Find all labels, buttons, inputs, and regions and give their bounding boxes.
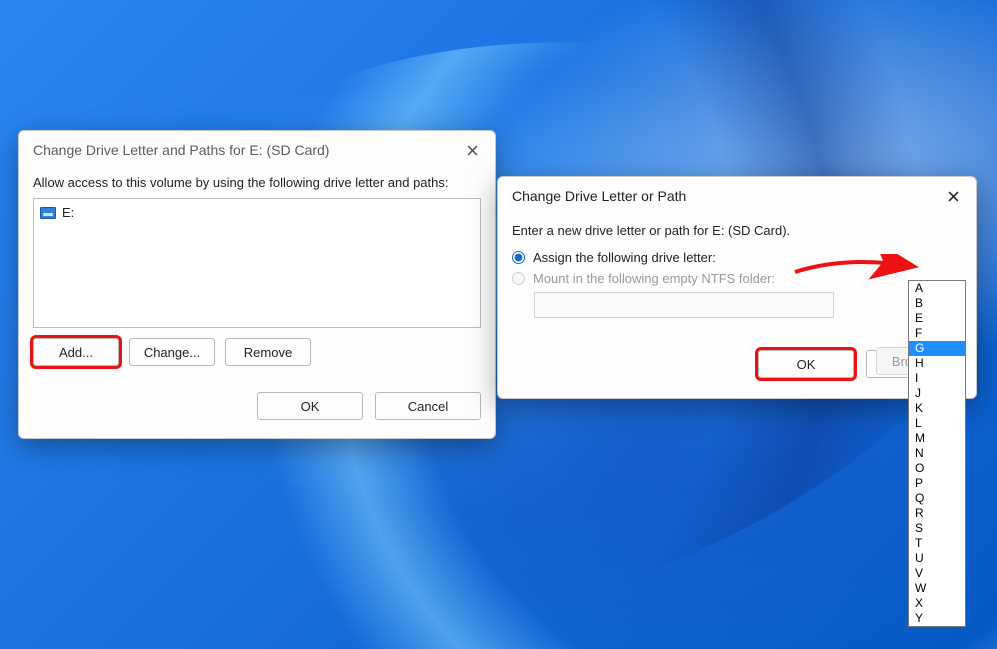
dropdown-option[interactable]: L [909,416,965,431]
radio-assign-letter[interactable]: Assign the following drive letter: [512,250,962,265]
dropdown-option[interactable]: E [909,311,965,326]
dropdown-option[interactable]: O [909,461,965,476]
close-icon[interactable] [944,187,962,205]
change-drive-letter-or-path-dialog: Change Drive Letter or Path Enter a new … [497,176,977,399]
mount-folder-input [534,292,834,318]
drive-letter-dropdown-list[interactable]: ABEFGHIJKLMNOPQRSTUVWXY [908,280,966,627]
dropdown-option[interactable]: S [909,521,965,536]
close-icon[interactable] [463,141,481,159]
dialog2-description: Enter a new drive letter or path for E: … [512,223,962,238]
dropdown-option[interactable]: B [909,296,965,311]
dropdown-option[interactable]: Y [909,611,965,626]
dropdown-option[interactable]: I [909,371,965,386]
dialog1-title: Change Drive Letter and Paths for E: (SD… [33,142,329,158]
cancel-button[interactable]: Cancel [375,392,481,420]
list-item-label: E: [62,205,74,220]
dropdown-option[interactable]: U [909,551,965,566]
dropdown-option[interactable]: A [909,281,965,296]
dropdown-option[interactable]: P [909,476,965,491]
dropdown-option[interactable]: X [909,596,965,611]
dropdown-option[interactable]: J [909,386,965,401]
change-drive-letter-paths-dialog: Change Drive Letter and Paths for E: (SD… [18,130,496,439]
dropdown-option[interactable]: K [909,401,965,416]
drive-paths-listbox[interactable]: E: [33,198,481,328]
drive-icon [40,207,56,219]
radio-mount-folder[interactable]: Mount in the following empty NTFS folder… [512,271,962,286]
dropdown-option[interactable]: W [909,581,965,596]
radio-assign-label: Assign the following drive letter: [533,250,716,265]
dialog2-titlebar: Change Drive Letter or Path [498,177,976,211]
dropdown-option[interactable]: Q [909,491,965,506]
remove-button[interactable]: Remove [225,338,311,366]
dropdown-option[interactable]: F [909,326,965,341]
ok-button[interactable]: OK [257,392,363,420]
dropdown-option[interactable]: M [909,431,965,446]
dialog2-title: Change Drive Letter or Path [512,188,686,204]
radio-mount-input[interactable] [512,272,525,285]
list-item[interactable]: E: [40,203,474,222]
dropdown-option[interactable]: G [909,341,965,356]
dialog1-description: Allow access to this volume by using the… [33,175,481,190]
dropdown-option[interactable]: H [909,356,965,371]
dropdown-option[interactable]: N [909,446,965,461]
dropdown-option[interactable]: R [909,506,965,521]
add-button[interactable]: Add... [33,338,119,366]
dropdown-option[interactable]: V [909,566,965,581]
radio-assign-input[interactable] [512,251,525,264]
change-button[interactable]: Change... [129,338,215,366]
dialog1-titlebar: Change Drive Letter and Paths for E: (SD… [19,131,495,165]
ok-button[interactable]: OK [758,350,854,378]
radio-mount-label: Mount in the following empty NTFS folder… [533,271,775,286]
dropdown-option[interactable]: T [909,536,965,551]
